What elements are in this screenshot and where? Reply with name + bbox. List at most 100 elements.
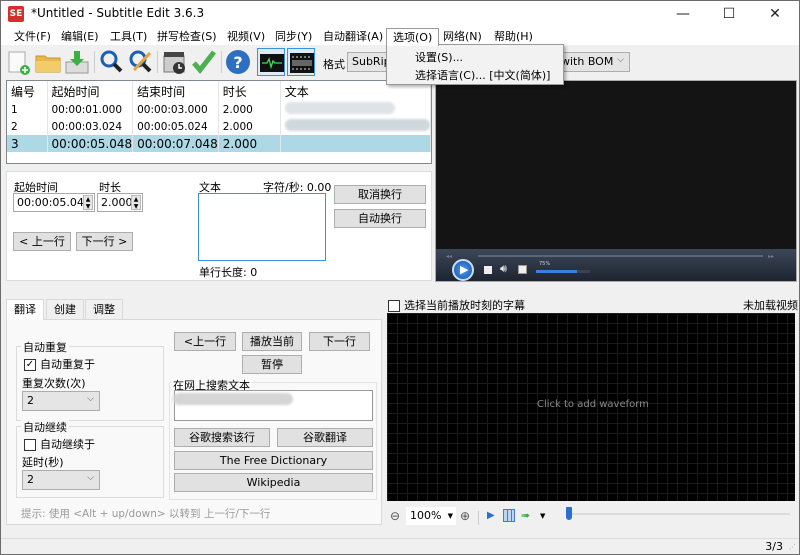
auto-repeat-checkbox[interactable]: ✓ 自动重复于 (24, 356, 95, 372)
menu-auto-translate[interactable]: 自动翻译(A) (317, 28, 389, 45)
delay-select[interactable]: 2 ⌵ (22, 470, 100, 490)
menu-file[interactable]: 文件(F) (8, 28, 57, 45)
play-current-button[interactable]: 播放当前 (242, 332, 302, 351)
clapper-clock-icon (163, 52, 185, 74)
free-dictionary-button[interactable]: The Free Dictionary (174, 451, 373, 470)
wikipedia-button[interactable]: Wikipedia (174, 473, 373, 492)
video-player[interactable]: ◂◂ ▸▸ ▶ 🔊︎ 75% (435, 80, 797, 282)
menu-spellcheck[interactable]: 拼写检查(S) (151, 28, 223, 45)
menu-video[interactable]: 视频(V) (221, 28, 271, 45)
spinner-icon[interactable]: ▲ ▼ (131, 195, 141, 210)
auto-continue-checkbox[interactable]: 自动继续于 (24, 436, 95, 452)
stop-button[interactable] (484, 266, 492, 274)
column-header-start[interactable]: 起始时间 (47, 81, 134, 101)
repeat-count-select[interactable]: 2 ⌵ (22, 391, 100, 411)
prev-line-button[interactable]: < 上一行 (13, 232, 71, 251)
spell-check-button[interactable] (190, 48, 218, 76)
column-header-end[interactable]: 结束时间 (132, 81, 219, 101)
minimize-button[interactable]: — (660, 1, 706, 27)
checkbox-checked-icon: ✓ (24, 359, 36, 371)
tab-translate[interactable]: 翻译 (6, 299, 44, 320)
auto-break-button[interactable]: 自动换行 (334, 209, 426, 228)
menu-edit[interactable]: 编辑(E) (55, 28, 105, 45)
web-search-group: 在网上搜索文本 谷歌搜索该行 谷歌翻译 The Free Dictionary … (169, 377, 377, 500)
column-header-duration[interactable]: 时长 (218, 81, 281, 101)
tab-create[interactable]: 创建 (46, 299, 84, 319)
open-file-button[interactable] (34, 48, 62, 76)
rewind-icon[interactable]: ◂◂ (446, 253, 454, 260)
table-row[interactable]: 2 00:00:03.024 00:00:05.024 2.000 (7, 118, 432, 135)
toggle-video-button[interactable] (287, 48, 315, 76)
subtitle-grid[interactable]: 编号 起始时间 结束时间 时长 文本 1 00:00:01.000 00:00:… (6, 80, 432, 164)
menu-help[interactable]: 帮助(H) (488, 28, 539, 45)
chevron-down-icon: ⌵ (87, 394, 94, 404)
encoding-select[interactable]: with BOM ⌵ (556, 52, 630, 72)
auto-repeat-group: 自动重复 ✓ 自动重复于 重复次数(次) 2 ⌵ (16, 339, 164, 421)
subtitle-text-input[interactable] (198, 193, 326, 261)
zoom-out-icon[interactable]: ⊖ (390, 509, 400, 523)
volume-icon[interactable]: 🔊︎ (500, 262, 507, 276)
help-button[interactable]: ? (224, 48, 252, 76)
status-bar: 3/3 ⋰ (1, 538, 799, 554)
help-icon: ? (226, 50, 250, 74)
waveform-icon (260, 54, 284, 72)
menu-item-choose-language[interactable]: 选择语言(C)... [中文(简体)] (415, 67, 550, 83)
waveform-placeholder[interactable]: Click to add waveform (537, 399, 649, 410)
resize-grip-icon[interactable]: ⋰ (789, 543, 796, 551)
google-translate-button[interactable]: 谷歌翻译 (277, 428, 373, 447)
volume-slider[interactable] (536, 270, 590, 273)
maximize-button[interactable]: ☐ (706, 1, 752, 27)
duration-input[interactable]: 2.000 ▲ ▼ (97, 193, 143, 212)
prev-line-translate-button[interactable]: <上一行 (174, 332, 236, 351)
format-select[interactable]: SubRip (347, 52, 391, 72)
new-file-button[interactable] (5, 48, 33, 76)
position-slider[interactable] (566, 507, 790, 520)
chevron-down-icon: ⌵ (87, 473, 94, 483)
scene-changes-icon[interactable] (503, 509, 515, 522)
single-line-length: 单行长度: 0 (199, 266, 258, 279)
position-slider-thumb[interactable] (566, 507, 572, 520)
google-search-button[interactable]: 谷歌搜索该行 (174, 428, 270, 447)
menu-options[interactable]: 选项(O) (386, 28, 440, 46)
column-header-number[interactable]: 编号 (7, 81, 48, 101)
translate-tab-page: 自动重复 ✓ 自动重复于 重复次数(次) 2 ⌵ 自动继续 自动继续于 延时(秒) … (6, 319, 382, 525)
toggle-waveform-button[interactable] (257, 48, 285, 76)
zoom-in-icon[interactable]: ⊕ (460, 509, 470, 523)
table-row-selected[interactable]: 3 00:00:05.048 00:00:07.048 2.000 (7, 135, 432, 152)
zoom-select[interactable]: 100% ▼ (406, 507, 456, 525)
next-line-translate-button[interactable]: 下一行 (309, 332, 370, 351)
play-button[interactable]: ▶ (452, 259, 474, 281)
search-text-input[interactable] (173, 390, 373, 421)
play-selection-icon[interactable]: ▶ (487, 510, 495, 521)
save-button[interactable] (63, 48, 91, 76)
delay-label: 延时(秒) (22, 456, 64, 469)
fast-forward-icon[interactable]: ▸▸ (768, 253, 774, 260)
unbreak-button[interactable]: 取消换行 (334, 185, 426, 204)
replace-icon (129, 50, 152, 73)
menu-networking[interactable]: 网络(N) (437, 28, 488, 45)
forward-arrows-icon[interactable]: ➠ (521, 509, 530, 522)
select-current-subtitle-checkbox[interactable]: 选择当前播放时刻的字幕 (388, 297, 525, 313)
menu-item-settings[interactable]: 设置(S)... (415, 49, 463, 65)
menu-tools[interactable]: 工具(T) (104, 28, 153, 45)
visual-sync-button[interactable] (161, 48, 189, 76)
replace-button[interactable] (126, 48, 154, 76)
tab-adjust[interactable]: 调整 (85, 299, 123, 319)
close-button[interactable]: ✕ (752, 1, 798, 27)
table-row[interactable]: 1 00:00:01.000 00:00:03.000 2.000 (7, 101, 432, 118)
waveform-panel[interactable]: Click to add waveform (387, 313, 795, 501)
spinner-icon[interactable]: ▲ ▼ (83, 195, 93, 210)
redacted-text (280, 101, 432, 118)
no-video-label: 未加载视频 (743, 299, 798, 312)
fullscreen-button[interactable] (518, 265, 527, 274)
checkbox-unchecked-icon (388, 300, 400, 312)
next-line-button[interactable]: 下一行 > (76, 232, 133, 251)
start-time-input[interactable]: 00:00:05.048 ▲ ▼ (13, 193, 95, 212)
pause-button[interactable]: 暂停 (242, 355, 302, 374)
dropdown-arrow-icon[interactable]: ▼ (540, 512, 545, 520)
find-button[interactable] (97, 48, 125, 76)
seek-bar[interactable] (478, 255, 763, 257)
play-icon: ▶ (460, 263, 469, 276)
new-file-icon (8, 51, 30, 75)
menu-sync[interactable]: 同步(Y) (269, 28, 318, 45)
